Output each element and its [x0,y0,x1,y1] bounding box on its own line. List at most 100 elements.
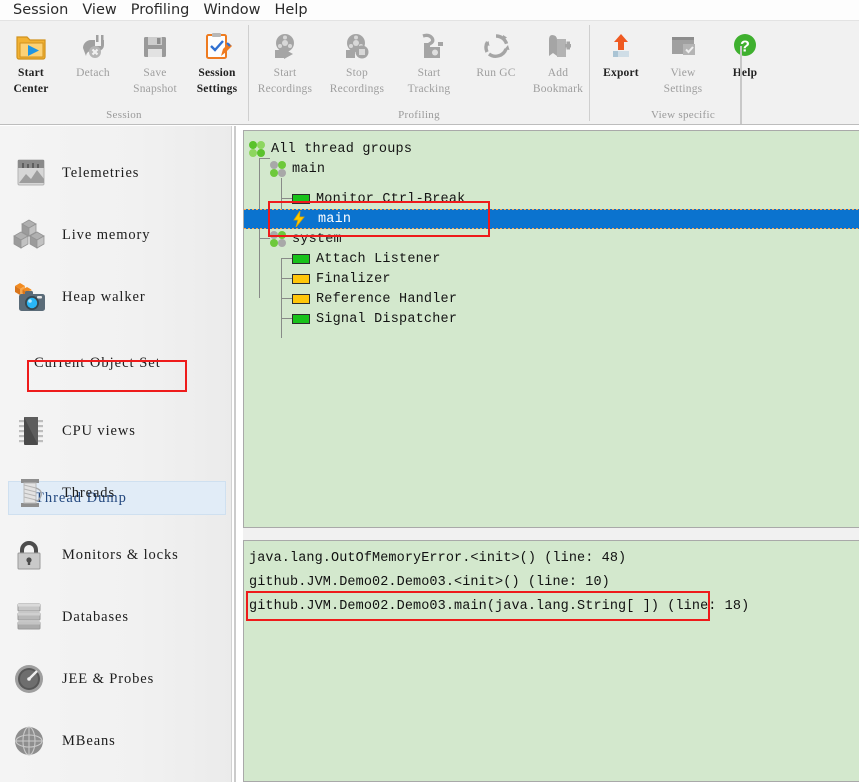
tree-row-signal-dispatcher[interactable]: Signal Dispatcher [292,309,457,329]
start-recordings-label-1: Start [274,67,297,80]
start-center-label-2: Center [13,83,48,96]
sidebar-item-label-monitors-locks: Monitors & locks [62,547,179,564]
stack-frame-row-1[interactable]: github.JVM.Demo02.Demo03.<init>() (line:… [249,571,610,593]
thread-group-icon [249,141,265,157]
menu-profiling[interactable]: Profiling [124,1,197,20]
chart-telemetry-icon [0,149,62,197]
tree-row-group-main[interactable]: main [270,159,325,179]
sidebar-item-label-threads: Threads [62,485,115,502]
stack-trace-panel[interactable]: java.lang.OutOfMemoryError.<init>() (lin… [243,540,859,782]
start-tracking-button[interactable]: Start Tracking [393,26,465,96]
view-settings-label-1: View [670,67,695,80]
thread-state-green-icon [292,254,310,264]
thread-state-green-icon [292,194,310,204]
view-settings-icon [667,28,699,64]
thread-group-tree-panel[interactable]: All thread groups main Monitor Ctrl-Brea… [243,130,859,528]
help-button[interactable]: ? Help [714,26,776,83]
thread-spool-icon [0,469,62,517]
menu-session[interactable]: Session [6,1,75,20]
thread-state-green-icon [292,314,310,324]
detach-plug-icon [77,28,109,64]
record-stop-icon [341,28,373,64]
sidebar-item-databases[interactable]: Databases [0,584,231,650]
sidebar-item-monitors-locks[interactable]: Monitors & locks [0,522,231,588]
sidebar: Telemetries [0,126,231,782]
view-settings-button[interactable]: View Settings [652,26,714,96]
tree-row-reference-handler[interactable]: Reference Handler [292,289,457,309]
clipboard-pencil-icon [201,28,233,64]
toolbar-group-profiling-label: Profiling [249,109,589,124]
panel-splitter[interactable] [243,528,859,540]
add-bookmark-label-2: Bookmark [533,83,583,96]
folder-play-icon [15,28,47,64]
run-gc-label-1: Run GC [476,67,515,80]
tree-row-all-thread-groups[interactable]: All thread groups [249,139,412,159]
tree-line-sys-b [281,278,292,279]
tree-row-thread-main[interactable]: main [244,209,859,229]
sidebar-item-live-memory[interactable]: Live memory [0,202,231,268]
tree-row-finalizer[interactable]: Finalizer [292,269,391,289]
tree-label-monitor-ctrl-break: Monitor Ctrl-Break [316,192,465,207]
recycle-icon [480,28,512,64]
sidebar-splitter[interactable] [234,126,236,782]
sidebar-item-jee-probes[interactable]: JEE & Probes [0,646,231,712]
session-settings-label-1: Session [198,67,235,80]
sidebar-item-telemetries[interactable]: Telemetries [0,140,231,206]
add-bookmark-button[interactable]: Add Bookmark [527,26,589,96]
save-snapshot-button[interactable]: Save Snapshot [124,26,186,96]
stack-frame-label-0: java.lang.OutOfMemoryError.<init>() (lin… [249,551,626,566]
detach-button[interactable]: Detach [62,26,124,83]
start-tracking-label-1: Start [418,67,441,80]
menu-view[interactable]: View [75,1,123,20]
start-recordings-button[interactable]: Start Recordings [249,26,321,96]
thread-group-icon [270,231,286,247]
view-settings-label-2: Settings [664,83,703,96]
tree-line-sys-a [281,258,292,259]
stop-recordings-button[interactable]: Stop Recordings [321,26,393,96]
toolbar-group-profiling: Start Recordings [249,21,589,124]
start-recordings-label-2: Recordings [258,83,312,96]
sidebar-item-mbeans[interactable]: MBeans [0,708,231,774]
stop-recordings-label-1: Stop [346,67,368,80]
stop-recordings-label-2: Recordings [330,83,384,96]
stack-frame-row-2[interactable]: github.JVM.Demo02.Demo03.main(java.lang.… [249,595,749,617]
session-settings-button[interactable]: Session Settings [186,26,248,96]
start-center-button[interactable]: Start Center [0,26,62,96]
database-stack-icon [0,593,62,641]
run-gc-button[interactable]: Run GC [465,26,527,83]
tree-label-reference-handler: Reference Handler [316,292,457,307]
tree-row-group-system[interactable]: system [270,229,342,249]
add-bookmark-label-1: Add [548,67,568,80]
save-snapshot-label-2: Snapshot [133,83,177,96]
sidebar-item-heap-walker[interactable]: Heap walker [0,264,231,330]
sidebar-divider [231,126,232,782]
toolbar-group-session-label: Session [0,109,248,124]
stack-frame-row-0[interactable]: java.lang.OutOfMemoryError.<init>() (lin… [249,547,626,569]
help-label-1: Help [733,67,757,80]
menu-help[interactable]: Help [268,1,315,20]
sidebar-item-label-jee-probes: JEE & Probes [62,671,154,688]
tracking-icon [413,28,445,64]
toolbar-group-view-specific: Export View Setti [590,21,776,124]
tree-label-thread-main: main [318,212,351,227]
sidebar-item-threads[interactable]: Threads [0,460,231,526]
record-start-icon [269,28,301,64]
menu-window[interactable]: Window [196,1,267,20]
session-settings-label-2: Settings [197,83,238,96]
gauge-icon [0,655,62,703]
sidebar-item-cpu-views[interactable]: CPU views [0,398,231,464]
sidebar-item-label-telemetries: Telemetries [62,165,139,182]
start-tracking-label-2: Tracking [408,83,451,96]
tree-row-monitor-ctrl-break[interactable]: Monitor Ctrl-Break [292,189,465,209]
tree-label-all-thread-groups: All thread groups [271,142,412,157]
detach-label-1: Detach [76,67,110,80]
thread-state-orange-icon [292,294,310,304]
camera-heap-icon [0,273,62,321]
floppy-disk-icon [139,28,171,64]
tree-row-attach-listener[interactable]: Attach Listener [292,249,441,269]
export-button[interactable]: Export [590,26,652,83]
tree-label-attach-listener: Attach Listener [316,252,441,267]
thread-running-bolt-icon [292,211,306,227]
cpu-chip-icon [0,407,62,455]
help-question-icon: ? [729,28,761,64]
